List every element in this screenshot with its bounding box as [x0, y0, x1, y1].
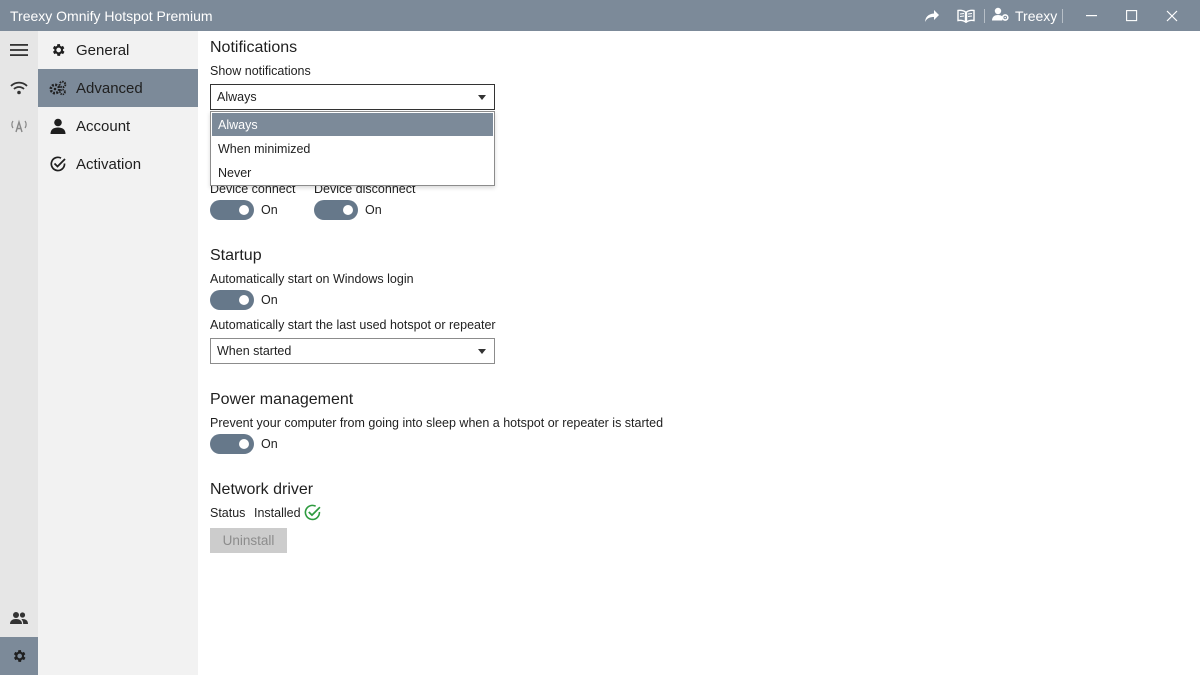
close-icon [1166, 10, 1178, 21]
show-notifications-label: Show notifications [210, 64, 311, 78]
nav-item-label: Activation [76, 155, 142, 173]
prevent-sleep-label: Prevent your computer from going into sl… [210, 416, 664, 430]
prevent-sleep-state: On [261, 437, 278, 451]
user-account-button[interactable]: Treexy [992, 0, 1057, 31]
toggle-knob [239, 205, 249, 215]
chevron-down-icon [478, 95, 486, 100]
gear-icon [48, 40, 68, 60]
auto-start-label: Automatically start on Windows login [210, 272, 414, 286]
installed-check-icon [304, 504, 321, 526]
dropdown-option-when-minimized[interactable]: When minimized [212, 137, 493, 160]
rail-hotspot-button[interactable] [0, 69, 38, 107]
rail-repeater-button[interactable] [0, 107, 38, 145]
show-notifications-select[interactable]: Always [210, 84, 495, 110]
device-disconnect-toggle[interactable] [314, 200, 358, 220]
show-notifications-dropdown: Always When minimized Never [210, 111, 495, 186]
device-connect-toggle[interactable] [210, 200, 254, 220]
window-title: Treexy Omnify Hotspot Premium [10, 8, 213, 24]
dropdown-option-never[interactable]: Never [212, 161, 493, 184]
nav-item-advanced[interactable]: Advanced [38, 69, 198, 107]
repeater-icon [11, 119, 27, 133]
driver-status-value: Installed [254, 506, 301, 520]
minimize-icon [1086, 14, 1097, 16]
nav-item-activation[interactable]: Activation [38, 145, 198, 183]
title-separator [984, 9, 985, 23]
person-icon [48, 116, 68, 136]
select-value: When started [217, 344, 292, 358]
power-heading: Power management [210, 391, 354, 408]
title-bar: Treexy Omnify Hotspot Premium Treexy [0, 0, 1200, 31]
user-settings-icon [992, 7, 1009, 24]
rail-settings-button[interactable] [0, 637, 38, 675]
wifi-icon [10, 81, 28, 95]
uninstall-button[interactable]: Uninstall [210, 528, 287, 553]
maximize-button[interactable] [1110, 0, 1154, 31]
select-value: Always [217, 90, 257, 104]
user-name: Treexy [1015, 7, 1058, 24]
nav-item-account[interactable]: Account [38, 107, 198, 145]
device-disconnect-state: On [365, 203, 382, 217]
driver-status-label: Status [210, 506, 246, 520]
auto-start-toggle[interactable] [210, 290, 254, 310]
nav-item-label: Advanced [76, 79, 143, 97]
nav-item-label: Account [76, 117, 131, 135]
toggle-knob [239, 439, 249, 449]
auto-start-state: On [261, 293, 278, 307]
settings-nav: General Advanced Account Activation [38, 31, 198, 675]
network-driver-heading: Network driver [210, 481, 314, 498]
gears-icon [48, 78, 68, 98]
dropdown-option-always[interactable]: Always [212, 113, 493, 136]
share-icon[interactable] [920, 0, 944, 31]
menu-button[interactable] [0, 31, 38, 69]
notifications-heading: Notifications [210, 39, 298, 56]
left-rail [0, 31, 38, 675]
settings-content: Notifications Show notifications Always … [198, 31, 1200, 675]
device-connect-state: On [261, 203, 278, 217]
startup-heading: Startup [210, 247, 262, 264]
last-hotspot-label: Automatically start the last used hotspo… [210, 318, 496, 332]
close-button[interactable] [1150, 0, 1194, 31]
toggle-knob [343, 205, 353, 215]
chevron-down-icon [478, 349, 486, 354]
rail-clients-button[interactable] [0, 599, 38, 637]
nav-item-label: General [76, 41, 130, 59]
gear-icon [13, 650, 26, 662]
check-circle-icon [48, 154, 68, 174]
last-hotspot-select[interactable]: When started [210, 338, 495, 364]
toggle-knob [239, 295, 249, 305]
minimize-button[interactable] [1070, 0, 1114, 31]
maximize-icon [1126, 9, 1138, 21]
prevent-sleep-toggle[interactable] [210, 434, 254, 454]
title-separator [1062, 9, 1063, 23]
manual-book-icon[interactable] [954, 0, 978, 31]
hamburger-icon [10, 44, 28, 56]
users-icon [10, 612, 28, 624]
nav-item-general[interactable]: General [38, 31, 198, 69]
